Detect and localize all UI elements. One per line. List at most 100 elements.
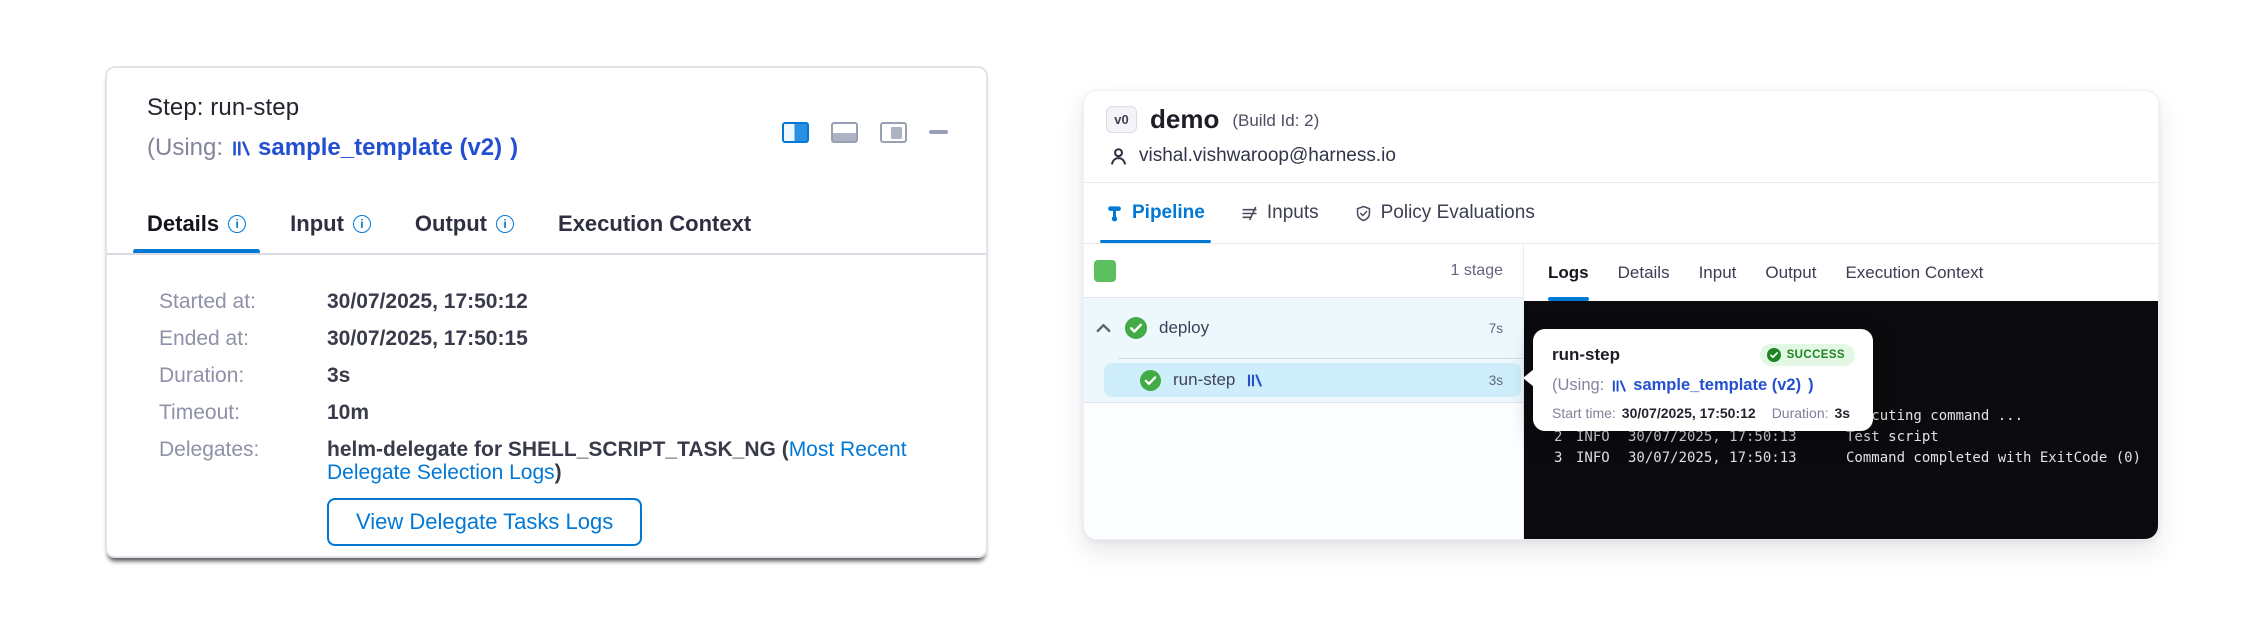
execution-tabbar: Pipeline Inputs Policy Evaluations [1084,183,2158,244]
tab-inputs[interactable]: Inputs [1241,183,1319,243]
execution-header: v0 demo (Build Id: 2) vishal.vishwaroop@… [1084,91,2158,183]
tab-inputs-label: Inputs [1267,202,1319,224]
tab-input-label: Input [290,211,344,237]
detail-label: Duration: [159,364,327,387]
execution-body: 1 stage deploy 7s [1084,244,2158,539]
step-template-line: (Using: sample_template (v2) ) [147,134,518,162]
detail-row-ended: Ended at: 30/07/2025, 17:50:15 [159,327,946,350]
inputs-icon [1241,205,1258,222]
tab-details-label: Details [147,211,219,237]
log-message: Command completed with ExitCode (0) [1846,448,2141,469]
bottom-panel-view-icon[interactable] [831,122,858,143]
version-badge: v0 [1106,106,1137,133]
log-level: INFO [1576,448,1620,469]
stage-tree-header: 1 stage [1084,244,1523,298]
tree-row-step-run-step[interactable]: run-step 3s [1104,363,1521,397]
template-link[interactable]: sample_template (v2) [1633,376,1801,395]
step-details-tabbar: Details Input Output Execution Context [147,194,751,254]
tab-pipeline-label: Pipeline [1132,202,1205,224]
info-icon[interactable] [496,215,514,233]
tab-output[interactable]: Output [415,194,514,254]
using-suffix: ) [1808,376,1814,395]
detail-label: Ended at: [159,327,327,350]
success-status-badge: SUCCESS [1760,344,1855,366]
pipeline-name: demo [1150,104,1219,135]
tab-input[interactable]: Input [1699,244,1737,301]
tab-details[interactable]: Details [147,194,246,254]
using-prefix: (Using: [1552,376,1604,395]
triggered-by-row: vishal.vishwaroop@harness.io [1109,145,1396,167]
start-time-value: 30/07/2025, 17:50:12 [1622,405,1756,421]
tab-execution-context[interactable]: Execution Context [558,194,751,254]
info-icon[interactable] [228,215,246,233]
button-row: View Delegate Tasks Logs [327,498,946,546]
info-icon[interactable] [353,215,371,233]
tooltip-meta-row: Start time: 30/07/2025, 17:50:12 Duratio… [1552,405,1855,421]
template-icon [231,140,250,157]
tab-policy-evaluations-label: Policy Evaluations [1381,202,1535,224]
screenshot-canvas: Step: run-step (Using: sample_template (… [0,0,2266,644]
stage-duration: 7s [1489,321,1503,336]
stage-status-square[interactable] [1094,260,1116,282]
step-name: run-step [1173,370,1477,390]
tab-execution-context[interactable]: Execution Context [1845,244,1983,301]
split-view-icon[interactable] [782,122,809,143]
floating-panel-view-icon[interactable] [880,122,907,143]
log-line: 3 INFO 30/07/2025, 17:50:13 Command comp… [1554,448,2158,469]
detail-value: 10m [327,401,946,424]
step-details-panel: Step: run-step (Using: sample_template (… [105,66,988,558]
chevron-up-icon[interactable] [1094,319,1113,338]
stage-tree: deploy 7s run-step [1084,298,1523,403]
tab-pipeline[interactable]: Pipeline [1106,183,1205,243]
tooltip-template-line: (Using: sample_template (v2) ) [1552,376,1855,395]
console-tabbar: Logs Details Input Output Execution Cont… [1524,244,2158,301]
status-badge-label: SUCCESS [1787,349,1845,361]
tooltip-title-row: run-step SUCCESS [1552,344,1855,366]
tab-input[interactable]: Input [290,194,371,254]
stage-count-label: 1 stage [1451,262,1503,280]
tab-execution-context-label: Execution Context [558,211,751,237]
start-time-label: Start time: [1552,405,1616,421]
using-prefix: (Using: [147,134,223,162]
success-check-icon [1140,370,1161,391]
detail-label: Delegates: [159,438,327,484]
detail-label: Started at: [159,290,327,313]
tree-row-stage-deploy[interactable]: deploy 7s [1084,298,1523,358]
using-suffix: ) [510,134,518,162]
tab-policy-evaluations[interactable]: Policy Evaluations [1355,183,1535,243]
user-email: vishal.vishwaroop@harness.io [1139,145,1396,167]
template-icon [1246,373,1262,388]
step-duration: 3s [1489,373,1503,388]
template-link[interactable]: sample_template (v2) [258,134,502,162]
tab-output[interactable]: Output [1765,244,1816,301]
stage-tree-column: 1 stage deploy 7s [1084,244,1524,539]
log-number: 3 [1554,448,1568,469]
detail-value: 3s [327,364,946,387]
detail-label: Timeout: [159,401,327,424]
step-details-body: Started at: 30/07/2025, 17:50:12 Ended a… [159,290,946,546]
step-titles: Step: run-step (Using: sample_template (… [147,94,518,162]
view-delegate-tasks-logs-button[interactable]: View Delegate Tasks Logs [327,498,642,546]
tab-details[interactable]: Details [1618,244,1670,301]
tooltip-step-name: run-step [1552,345,1620,365]
minimize-icon[interactable] [929,130,948,134]
delegates-text: helm-delegate for SHELL_SCRIPT_TASK_NG ( [327,438,789,461]
success-check-icon [1767,348,1781,362]
tab-logs[interactable]: Logs [1548,244,1589,301]
tab-output-label: Output [415,211,487,237]
view-layout-controls [782,102,948,162]
delegates-text-suffix: ) [555,461,562,484]
template-icon [1611,379,1626,393]
pipeline-icon [1106,205,1123,222]
step-title: Step: run-step [147,94,518,122]
stage-name: deploy [1159,318,1477,338]
build-id: (Build Id: 2) [1232,108,1319,131]
pipeline-execution-panel: v0 demo (Build Id: 2) vishal.vishwaroop@… [1083,90,2159,540]
detail-row-delegates: Delegates: helm-delegate for SHELL_SCRIP… [159,438,946,484]
log-time: 30/07/2025, 17:50:13 [1628,448,1846,469]
tabbar-divider [107,253,986,255]
detail-value: 30/07/2025, 17:50:15 [327,327,946,350]
execution-title-row: v0 demo (Build Id: 2) [1106,104,1319,135]
success-check-icon [1125,317,1147,339]
duration-value: 3s [1835,405,1851,421]
